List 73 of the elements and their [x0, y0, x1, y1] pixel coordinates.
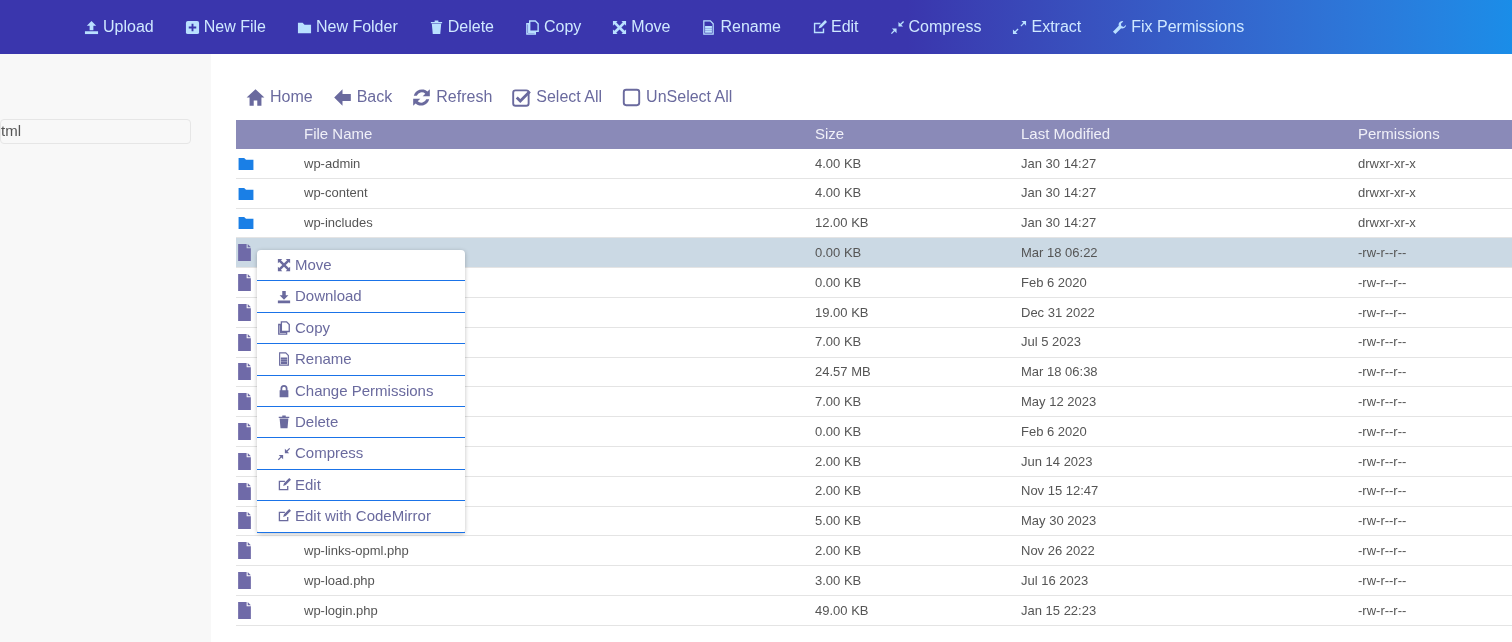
table-cell: -rw-r--r-- — [1358, 238, 1512, 268]
upload-icon — [84, 19, 99, 35]
lock-icon — [277, 383, 291, 398]
back-arrow-icon — [332, 87, 352, 107]
home-icon — [246, 87, 265, 107]
toolbar-button[interactable]: New Folder — [296, 15, 398, 39]
trash-icon — [428, 19, 444, 35]
copy-icon — [525, 19, 540, 35]
menu-item[interactable]: Compress — [257, 438, 465, 470]
file-icon — [238, 244, 251, 262]
folder-icon — [238, 186, 254, 200]
copy-icon — [277, 320, 291, 335]
menu-item[interactable]: Copy — [257, 312, 465, 345]
toolbar-button[interactable]: Rename — [701, 15, 781, 39]
nav-button[interactable]: Home — [246, 85, 313, 109]
column-header[interactable]: File Name — [304, 123, 815, 146]
toolbar-button[interactable]: Delete — [428, 15, 494, 39]
file-icon — [238, 274, 251, 292]
toolbar-button[interactable]: Extract — [1012, 15, 1082, 39]
edit-icon — [811, 19, 827, 35]
edit-icon — [277, 509, 291, 524]
wrench-icon — [1112, 19, 1128, 35]
checkbox-icon — [622, 87, 642, 107]
trash-icon — [277, 415, 291, 430]
toolbar-button[interactable]: New File — [184, 15, 266, 39]
file-icon — [238, 512, 251, 530]
arrows-icon — [612, 19, 628, 35]
file-icon — [238, 393, 251, 411]
nav-button[interactable]: Select All — [512, 85, 603, 109]
file-icon — [238, 333, 251, 351]
toolbar-button[interactable]: Compress — [889, 15, 982, 39]
file-icon — [238, 482, 251, 500]
nav-button[interactable]: Refresh — [412, 85, 493, 109]
toolbar-button[interactable]: Upload — [84, 15, 154, 39]
file-icon — [238, 452, 251, 470]
toolbar-button[interactable]: Copy — [525, 15, 582, 39]
arrows-icon — [277, 258, 291, 273]
download-icon — [277, 289, 291, 304]
menu-item[interactable]: Download — [257, 281, 465, 313]
document-icon — [701, 19, 717, 35]
file-icon — [238, 572, 251, 590]
nav-button[interactable]: Back — [332, 85, 393, 109]
toolbar-button[interactable]: Fix Permissions — [1112, 15, 1245, 39]
refresh-icon — [412, 87, 432, 107]
file-icon — [238, 363, 251, 381]
column-header[interactable]: Size — [815, 123, 1021, 146]
nav-button[interactable]: UnSelect All — [622, 85, 733, 109]
compress-icon — [889, 19, 905, 35]
document-icon — [277, 352, 291, 367]
menu-item[interactable]: Edit with CodeMirror — [257, 501, 465, 533]
plus-icon — [184, 19, 200, 35]
toolbar-button[interactable]: Edit — [811, 15, 859, 39]
menu-item[interactable]: Change Permissions — [257, 375, 465, 407]
file-icon — [238, 423, 251, 441]
path-field[interactable]: tml — [0, 119, 191, 144]
edit-icon — [277, 477, 291, 492]
table-cell: 0.00 KB — [815, 238, 1021, 268]
compress-icon — [277, 446, 291, 461]
expand-icon — [1012, 19, 1028, 35]
file-icon — [238, 542, 251, 560]
column-header[interactable]: Last Modified — [1021, 123, 1358, 146]
menu-item[interactable]: Rename — [257, 344, 465, 376]
menu-item[interactable]: Edit — [257, 469, 465, 502]
menu-item[interactable]: Delete — [257, 406, 465, 439]
column-header[interactable]: Permissions — [1358, 123, 1512, 146]
folder-icon — [238, 156, 254, 170]
file-icon — [238, 303, 251, 321]
table-cell: Mar 18 06:22 — [1021, 238, 1358, 268]
toolbar-button[interactable]: Move — [612, 15, 671, 39]
checkbox-checked-icon — [512, 87, 532, 107]
folder-icon — [238, 216, 254, 230]
menu-item[interactable]: Move — [257, 250, 465, 282]
file-icon — [238, 601, 251, 619]
